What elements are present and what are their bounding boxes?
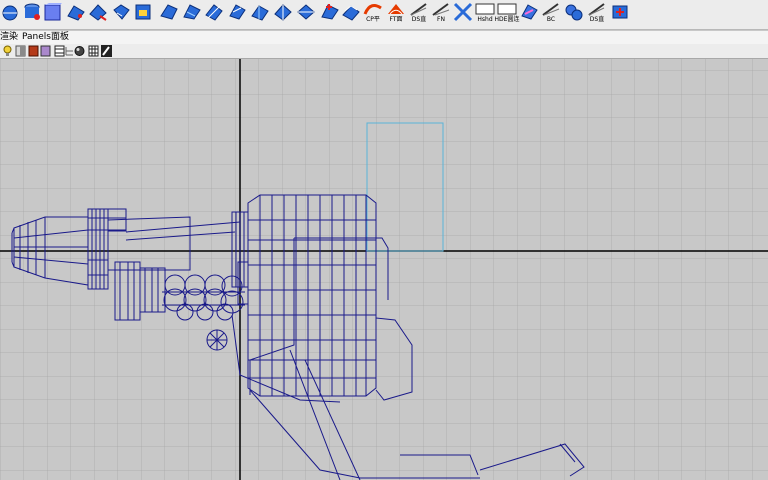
paint-brush-icon[interactable]: [101, 45, 112, 57]
rail-surface-icon[interactable]: [203, 2, 225, 26]
cp-freeform-label: CP平: [366, 16, 380, 23]
profile-surface-icon[interactable]: [295, 2, 317, 26]
cp-freeform-button[interactable]: CP平: [362, 2, 384, 26]
hde-blend-button[interactable]: HDE圆连: [494, 2, 520, 26]
ds-draft-button[interactable]: DS直: [408, 2, 430, 26]
square-surface-icon[interactable]: [110, 2, 132, 26]
transform-cv-icon[interactable]: [518, 2, 540, 26]
planar-surface-icon[interactable]: [132, 2, 154, 26]
shade-icon[interactable]: [15, 45, 26, 57]
bc-label: BC: [546, 16, 556, 23]
secondary-toolbar: [0, 44, 768, 59]
cube-primitive-icon[interactable]: [42, 2, 64, 26]
offset-surface-icon[interactable]: [340, 2, 362, 26]
hshd-button[interactable]: Hshd: [474, 2, 496, 26]
material-icon[interactable]: [28, 45, 39, 57]
hshd-label: Hshd: [477, 16, 493, 23]
bc-button[interactable]: BC: [540, 2, 562, 26]
texture-icon[interactable]: [40, 45, 51, 57]
gear-wheel: [206, 329, 228, 351]
extrude-surface-icon[interactable]: [272, 2, 294, 26]
main-toolbar: CP平 FT面 DS直 FN Hshd HDE圆连 BC DS直: [0, 0, 768, 30]
ft-fillet-button[interactable]: FT面: [385, 2, 407, 26]
ds-draft-label: DS直: [411, 16, 427, 23]
ds2-draft-label: DS直: [589, 16, 605, 23]
multi-blend-icon[interactable]: [249, 2, 271, 26]
cylinder-primitive-icon[interactable]: [21, 2, 43, 26]
modeling-viewport[interactable]: [0, 59, 768, 480]
light-bulb-icon[interactable]: [2, 45, 13, 57]
grid-icon[interactable]: [88, 45, 99, 57]
ft-fillet-label: FT面: [389, 16, 403, 23]
square-patch-icon[interactable]: [226, 2, 248, 26]
fn-flange-label: FN: [437, 16, 445, 23]
hde-blend-label: HDE圆连: [494, 16, 520, 23]
menu-bar: 渲染 Panels面板: [0, 31, 768, 44]
sphere-primitive-icon[interactable]: [0, 2, 22, 26]
surface-tools-icon[interactable]: [609, 2, 631, 26]
trim-surface-icon[interactable]: [452, 2, 474, 26]
revolve-surface-icon[interactable]: [318, 2, 340, 26]
sphere-shade-icon[interactable]: [74, 45, 85, 57]
surface-edit-icon[interactable]: [87, 2, 109, 26]
menu-render[interactable]: 渲染: [0, 31, 18, 44]
skin-surface-icon[interactable]: [181, 2, 203, 26]
fn-flange-button[interactable]: FN: [430, 2, 452, 26]
boundary-surface-icon[interactable]: [158, 2, 180, 26]
ds2-draft-button[interactable]: DS直: [586, 2, 608, 26]
multi-surface-icon[interactable]: [563, 2, 585, 26]
surface-tool-icon[interactable]: [65, 2, 87, 26]
menu-panels[interactable]: Panels面板: [22, 31, 69, 44]
